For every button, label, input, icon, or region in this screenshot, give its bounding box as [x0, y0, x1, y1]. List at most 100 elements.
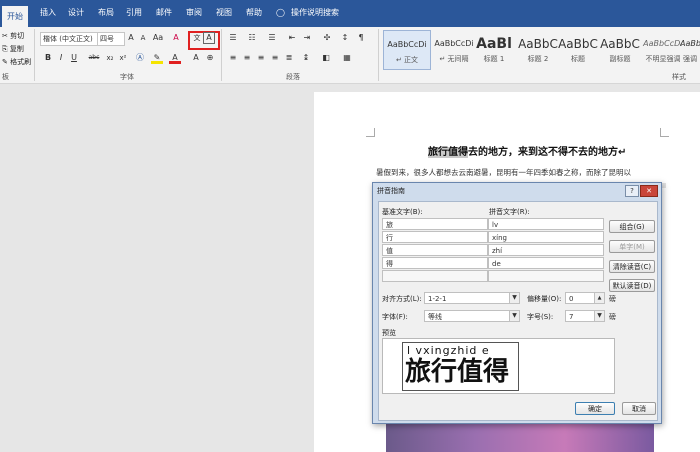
style-subtitle[interactable]: AaBbC 副标题	[597, 30, 643, 68]
help-button[interactable]: ?	[625, 185, 639, 197]
align-left-icon[interactable]: ≡	[227, 52, 239, 64]
tab-view[interactable]: 视图	[216, 7, 232, 19]
margin-mark	[660, 128, 669, 137]
base-text-label: 基准文字(B):	[382, 208, 423, 216]
close-button[interactable]: ✕	[640, 185, 658, 197]
clear-format-button[interactable]: A	[170, 32, 182, 44]
align-right-icon[interactable]: ≡	[255, 52, 267, 64]
heading-text: 去的地方，来到这不得不去的地方↵	[468, 147, 627, 158]
margin-mark	[366, 128, 375, 137]
tab-design[interactable]: 设计	[68, 7, 84, 19]
base-text-field[interactable]: 得	[382, 257, 488, 269]
base-text-field[interactable]: 值	[382, 244, 488, 256]
line-spacing-icon[interactable]: ↨	[300, 52, 312, 64]
font-value: 等线	[428, 313, 442, 321]
base-text-field[interactable]: 旅	[382, 218, 488, 230]
copy-button[interactable]: ⎘ 复制	[2, 44, 24, 54]
cut-label: 剪切	[10, 32, 25, 40]
char-shading-icon[interactable]: A	[190, 52, 202, 64]
ruby-text-field[interactable]: lv	[488, 218, 604, 230]
underline-button[interactable]: U	[68, 52, 80, 64]
superscript-button[interactable]: x²	[117, 52, 129, 64]
align-center-icon[interactable]: ≡	[241, 52, 253, 64]
numbering-icon[interactable]: ☷	[246, 32, 258, 44]
ok-button[interactable]: 确定	[575, 402, 615, 415]
increase-indent-icon[interactable]: ⇥	[301, 32, 313, 44]
tab-references[interactable]: 引用	[126, 7, 142, 19]
tab-layout[interactable]: 布局	[98, 7, 114, 19]
styles-group-label: 样式	[672, 73, 686, 81]
tab-review[interactable]: 审阅	[186, 7, 202, 19]
shading-icon[interactable]: ◧	[320, 52, 332, 64]
offset-value: 0	[569, 295, 574, 303]
body-text[interactable]: 暑假到来，很多人都想去云南避暑，昆明有一年四季如春之称，而除了昆明以	[376, 167, 631, 178]
cut-button[interactable]: ✂ 剪切	[2, 31, 24, 41]
size-value: 7	[569, 313, 574, 321]
preview-ruby: l vxingzhid e	[407, 344, 490, 357]
selected-text[interactable]: 旅行值得	[428, 147, 468, 158]
enclosed-char-button[interactable]: A	[203, 32, 215, 44]
change-case-button[interactable]: Aa	[152, 32, 164, 44]
tab-home[interactable]: 开始	[2, 6, 28, 27]
phonetic-guide-button[interactable]: 文	[191, 32, 203, 44]
spinner-arrows-icon[interactable]: ▲	[594, 293, 604, 303]
chevron-down-icon: ▼	[594, 311, 604, 321]
distribute-icon[interactable]: ≣	[283, 52, 295, 64]
style-preview: AaBbCcDi	[387, 40, 427, 49]
tab-insert[interactable]: 插入	[40, 7, 56, 19]
highlighter-icon[interactable]: ✎	[151, 52, 163, 64]
ruby-text-field[interactable]: de	[488, 257, 604, 269]
font-size-combo[interactable]: 四号	[97, 32, 125, 46]
group-button[interactable]: 组合(G)	[609, 220, 655, 233]
enclose-char-icon[interactable]: ⊕	[204, 52, 216, 64]
borders-icon[interactable]: ▦	[341, 52, 353, 64]
show-marks-icon[interactable]: ¶	[355, 32, 367, 44]
base-text-field[interactable]: 行	[382, 231, 488, 243]
font-group-label: 字体	[120, 73, 134, 81]
italic-button[interactable]: I	[55, 52, 67, 64]
strikethrough-button[interactable]: abc	[86, 52, 102, 64]
decrease-indent-icon[interactable]: ⇤	[286, 32, 298, 44]
text-effects-icon[interactable]: Ⓐ	[134, 52, 146, 64]
style-title[interactable]: AaBbC 标题	[555, 30, 601, 68]
chinese-layout-icon[interactable]: ✣	[321, 32, 333, 44]
ruby-text-field-empty[interactable]	[488, 270, 604, 282]
grow-font-button[interactable]: A	[125, 32, 137, 44]
ribbon-home: ✂ 剪切 ⎘ 复制 ✎ 格式刷 板 楷体 (中文正文) 四号 A A Aa A …	[0, 27, 700, 84]
offset-spinner[interactable]: 0 ▲	[565, 292, 605, 304]
flower-photo	[386, 422, 654, 452]
multilevel-list-icon[interactable]: ☰	[266, 32, 278, 44]
tell-me-search[interactable]: 操作说明搜索	[291, 7, 339, 19]
divider	[34, 29, 35, 81]
clear-reading-button[interactable]: 清除读音(C)	[609, 260, 655, 273]
tab-help[interactable]: 帮助	[246, 7, 262, 19]
base-text-field-empty[interactable]	[382, 270, 488, 282]
alignment-select[interactable]: 1-2-1 ▼	[424, 292, 520, 304]
mono-button[interactable]: 单字(M)	[609, 240, 655, 253]
sort-icon[interactable]: ↕	[339, 32, 351, 44]
bullets-icon[interactable]: ☰	[227, 32, 239, 44]
ruby-text-field[interactable]: zhí	[488, 244, 604, 256]
document-heading[interactable]: 旅行值得去的地方，来到这不得不去的地方↵	[428, 143, 626, 158]
ruby-text-field[interactable]: xíng	[488, 231, 604, 243]
preview-label: 预览	[382, 329, 396, 337]
size-select[interactable]: 7 ▼	[565, 310, 605, 322]
bold-button[interactable]: B	[42, 52, 54, 64]
style-normal[interactable]: AaBbCcDi ↵ 正文	[383, 30, 431, 70]
font-color-icon[interactable]: A	[169, 52, 181, 64]
cancel-button[interactable]: 取消	[622, 402, 656, 415]
divider	[221, 29, 222, 81]
format-painter-button[interactable]: ✎ 格式刷	[2, 57, 31, 67]
style-heading-1[interactable]: AaBl 标题 1	[471, 30, 517, 68]
default-reading-button[interactable]: 默认读音(D)	[609, 279, 655, 292]
paragraph-group-label: 段落	[286, 73, 300, 81]
offset-label: 偏移量(O):	[527, 295, 562, 303]
tab-mailings[interactable]: 邮件	[156, 7, 172, 19]
shrink-font-button[interactable]: A	[137, 32, 149, 44]
font-name-combo[interactable]: 楷体 (中文正文)	[40, 32, 98, 46]
subscript-button[interactable]: x₂	[104, 52, 116, 64]
style-preview: AaBl	[476, 36, 512, 52]
justify-icon[interactable]: ≡	[269, 52, 281, 64]
style-emphasis[interactable]: AaBbCcD 强调	[680, 30, 700, 68]
font-select[interactable]: 等线 ▼	[424, 310, 520, 322]
